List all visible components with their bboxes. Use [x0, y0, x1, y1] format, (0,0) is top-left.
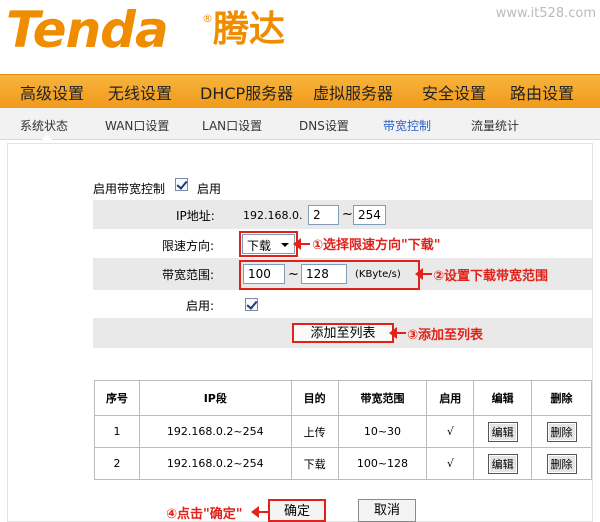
sub-nav-dns[interactable]: DNS设置	[299, 117, 349, 134]
annotation-2: ②设置下载带宽范围	[433, 269, 549, 284]
col-header-direction: 目的	[290, 380, 339, 416]
row-index: 2	[94, 447, 140, 480]
main-nav-virtual-server[interactable]: 虚拟服务器	[313, 80, 393, 104]
sub-nav-wan[interactable]: WAN口设置	[105, 117, 169, 134]
annotation-arrow-1	[293, 238, 310, 250]
registered-mark: ®	[202, 12, 213, 25]
active-caret	[42, 134, 52, 140]
sub-nav-lan[interactable]: LAN口设置	[202, 117, 262, 134]
row-enabled: √	[426, 415, 475, 448]
tenda-logo: Tenda	[6, 1, 169, 59]
col-header-ip: IP段	[138, 380, 292, 416]
range-max-input[interactable]: 128	[301, 264, 347, 284]
rules-table: 序号 IP段 目的 带宽范围 启用 编辑 删除 1 192.168.0.2~25…	[94, 380, 592, 480]
edit-button[interactable]: 编辑	[487, 421, 518, 442]
watermark: www.it528.com	[495, 6, 596, 21]
table-header-row: 序号 IP段 目的 带宽范围 启用 编辑 删除	[94, 380, 592, 416]
annotation-arrow-2	[415, 268, 432, 280]
row-index: 1	[94, 415, 140, 448]
col-header-index: 序号	[94, 380, 140, 416]
header: Tenda ® 腾达 www.it528.com	[0, 0, 600, 72]
range-tilde: ~	[288, 267, 299, 282]
delete-button[interactable]: 删除	[546, 453, 577, 474]
sub-nav: 系统状态 WAN口设置 LAN口设置 DNS设置 带宽控制 流量统计	[0, 108, 600, 140]
main-nav-wireless[interactable]: 无线设置	[108, 80, 172, 104]
row-ip: 192.168.0.2~254	[138, 447, 292, 480]
main-nav-advanced[interactable]: 高级设置	[20, 80, 84, 104]
sub-nav-system-status[interactable]: 系统状态	[20, 117, 68, 134]
range-min-input[interactable]: 100	[243, 264, 285, 284]
edit-button[interactable]: 编辑	[487, 453, 518, 474]
ip-label: IP地址:	[176, 209, 215, 223]
annotation-arrow-3	[389, 327, 406, 339]
ip-start-input[interactable]: 2	[308, 205, 339, 225]
row-direction: 下载	[290, 447, 339, 480]
range-label: 带宽范围:	[162, 268, 215, 282]
add-to-list-button[interactable]: 添加至列表	[292, 323, 394, 343]
annotation-box-direction	[239, 231, 298, 257]
tenda-logo-cn: 腾达	[213, 9, 286, 50]
main-nav-routing[interactable]: 路由设置	[510, 80, 574, 104]
annotation-arrow-4	[251, 506, 268, 518]
row-range: 10~30	[337, 415, 428, 448]
row-range: 100~128	[337, 447, 428, 480]
col-header-edit: 编辑	[473, 380, 533, 416]
col-header-range: 带宽范围	[337, 380, 428, 416]
ip-end-input[interactable]: 254	[353, 205, 386, 225]
enable-bw-text: 启用	[197, 182, 222, 196]
delete-button[interactable]: 删除	[546, 421, 577, 442]
annotation-1: ①选择限速方向"下载"	[312, 238, 441, 253]
main-nav-security[interactable]: 安全设置	[422, 80, 486, 104]
annotation-4: ④点击"确定"	[166, 507, 243, 522]
ip-tilde: ~	[342, 207, 353, 222]
range-unit: (KByte/s)	[355, 269, 401, 280]
row-ip: 192.168.0.2~254	[138, 415, 292, 448]
col-header-delete: 删除	[531, 380, 592, 416]
enable-bw-label: 启用带宽控制	[93, 182, 166, 196]
direction-label: 限速方向:	[162, 239, 215, 253]
ip-prefix: 192.168.0.	[243, 209, 303, 222]
enable-bw-checkbox[interactable]	[175, 178, 188, 191]
main-nav-dhcp[interactable]: DHCP服务器	[200, 80, 293, 104]
table-row: 1 192.168.0.2~254 上传 10~30 √ 编辑 删除	[94, 415, 592, 448]
enable-checkbox[interactable]	[245, 298, 258, 311]
annotation-3: ③添加至列表	[407, 328, 484, 343]
sub-nav-bandwidth[interactable]: 带宽控制	[383, 117, 431, 134]
ok-button[interactable]: 确定	[268, 499, 326, 522]
main-nav: 高级设置 无线设置 DHCP服务器 虚拟服务器 安全设置 路由设置	[0, 74, 600, 108]
row-enabled: √	[426, 447, 475, 480]
col-header-enabled: 启用	[426, 380, 475, 416]
sub-nav-traffic[interactable]: 流量统计	[471, 117, 519, 134]
row-direction: 上传	[290, 415, 339, 448]
enable-label: 启用:	[186, 299, 215, 313]
cancel-button[interactable]: 取消	[358, 499, 416, 522]
table-row: 2 192.168.0.2~254 下载 100~128 √ 编辑 删除	[94, 447, 592, 480]
